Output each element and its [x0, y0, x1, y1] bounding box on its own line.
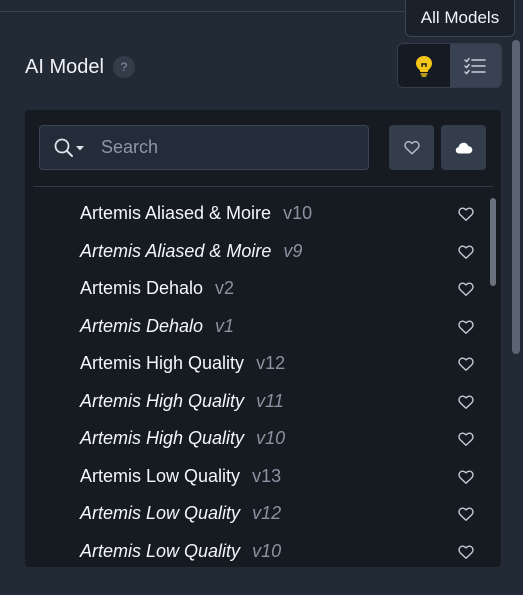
- model-version: v9: [283, 240, 303, 261]
- model-name: Artemis Low Quality v10: [80, 541, 281, 562]
- model-title: Artemis Dehalo: [80, 278, 204, 299]
- cloud-icon: [455, 142, 472, 153]
- top-divider: [0, 11, 405, 12]
- model-list-item[interactable]: Artemis Dehalo v1: [25, 308, 501, 346]
- model-title: Artemis Dehalo: [80, 315, 204, 336]
- model-version: v12: [256, 353, 286, 374]
- heart-icon[interactable]: [458, 469, 474, 485]
- model-version: v10: [252, 540, 282, 561]
- model-list: Artemis Aliased & Moire v10 Artemis Aliase…: [25, 195, 501, 567]
- model-version: v13: [252, 465, 282, 486]
- search-field[interactable]: [39, 125, 369, 170]
- model-version: v10: [256, 428, 286, 449]
- model-name: Artemis Low Quality v13: [80, 466, 281, 487]
- model-version: v2: [215, 278, 235, 299]
- ai-model-header: AI Model ?: [25, 52, 135, 82]
- model-version: v1: [215, 315, 235, 336]
- model-version: v12: [252, 503, 282, 524]
- model-title: Artemis High Quality: [80, 428, 245, 449]
- list-scrollbar[interactable]: [490, 198, 496, 286]
- heart-icon[interactable]: [458, 506, 474, 522]
- model-picker-panel: Artemis Aliased & Moirev10Artemis Aliase…: [25, 110, 501, 567]
- favorites-filter-button[interactable]: [389, 125, 434, 170]
- model-title: Artemis Low Quality: [80, 540, 241, 561]
- heart-icon[interactable]: [458, 244, 474, 260]
- model-name: Artemis High Quality v11: [80, 391, 284, 412]
- model-name: Artemis Aliased & Moire v9: [80, 241, 302, 262]
- model-list-item[interactable]: Artemis Low Quality v13: [25, 458, 501, 496]
- heart-icon: [403, 141, 420, 155]
- tooltip-label: All Models: [420, 8, 500, 27]
- heart-icon[interactable]: [458, 206, 474, 222]
- heart-icon[interactable]: [458, 431, 474, 447]
- model-title: Artemis Low Quality: [80, 465, 241, 486]
- model-title: Artemis Low Quality: [80, 503, 241, 524]
- section-title: AI Model: [25, 55, 104, 78]
- model-title: Artemis High Quality: [80, 353, 245, 374]
- lightbulb-icon: [415, 55, 432, 77]
- search-divider: [33, 186, 493, 187]
- model-list-item[interactable]: Artemis High Quality v10: [25, 420, 501, 458]
- model-list-item[interactable]: Artemis Low Quality v10: [25, 533, 501, 568]
- help-icon[interactable]: ?: [112, 56, 135, 78]
- search-dropdown[interactable]: [53, 136, 89, 160]
- model-name: Artemis High Quality v10: [80, 428, 285, 449]
- cloud-filter-button[interactable]: [441, 125, 486, 170]
- model-version: v11: [256, 390, 284, 411]
- model-name: Artemis Dehalo v2: [80, 278, 234, 299]
- heart-icon[interactable]: [458, 281, 474, 297]
- model-title: Artemis High Quality: [80, 390, 245, 411]
- view-toggle: [397, 43, 502, 88]
- model-list-item[interactable]: Artemis High Quality v11: [25, 383, 501, 421]
- heart-icon[interactable]: [458, 319, 474, 335]
- model-name: Artemis High Quality v12: [80, 353, 285, 374]
- model-list-item[interactable]: Artemis Low Quality v12: [25, 495, 501, 533]
- heart-icon[interactable]: [458, 544, 474, 560]
- search-input[interactable]: [101, 137, 341, 158]
- model-list-item[interactable]: Artemis Aliased & Moire v9: [25, 233, 501, 271]
- heart-icon[interactable]: [458, 394, 474, 410]
- list-icon: [464, 57, 486, 74]
- all-models-tooltip: All Models: [405, 0, 515, 37]
- heart-icon[interactable]: [458, 356, 474, 372]
- model-name: Artemis Dehalo v1: [80, 316, 234, 337]
- model-title: Artemis Aliased & Moire: [80, 240, 272, 261]
- model-list-item[interactable]: Artemis Dehalo v2: [25, 270, 501, 308]
- recommended-view-button[interactable]: [398, 44, 450, 87]
- model-list-item[interactable]: Artemis High Quality v12: [25, 345, 501, 383]
- all-models-view-button[interactable]: [449, 44, 501, 87]
- model-name: Artemis Low Quality v12: [80, 503, 281, 524]
- model-list-item[interactable]: Artemis Aliased & Moire v10: [25, 195, 501, 233]
- model-title: Artemis Aliased & Moire: [80, 203, 272, 224]
- page-scrollbar[interactable]: [512, 40, 520, 354]
- chevron-down-icon: [76, 145, 84, 150]
- model-name: Artemis Aliased & Moire v10: [80, 203, 312, 224]
- search-icon: [54, 138, 84, 157]
- model-version: v10: [283, 203, 313, 224]
